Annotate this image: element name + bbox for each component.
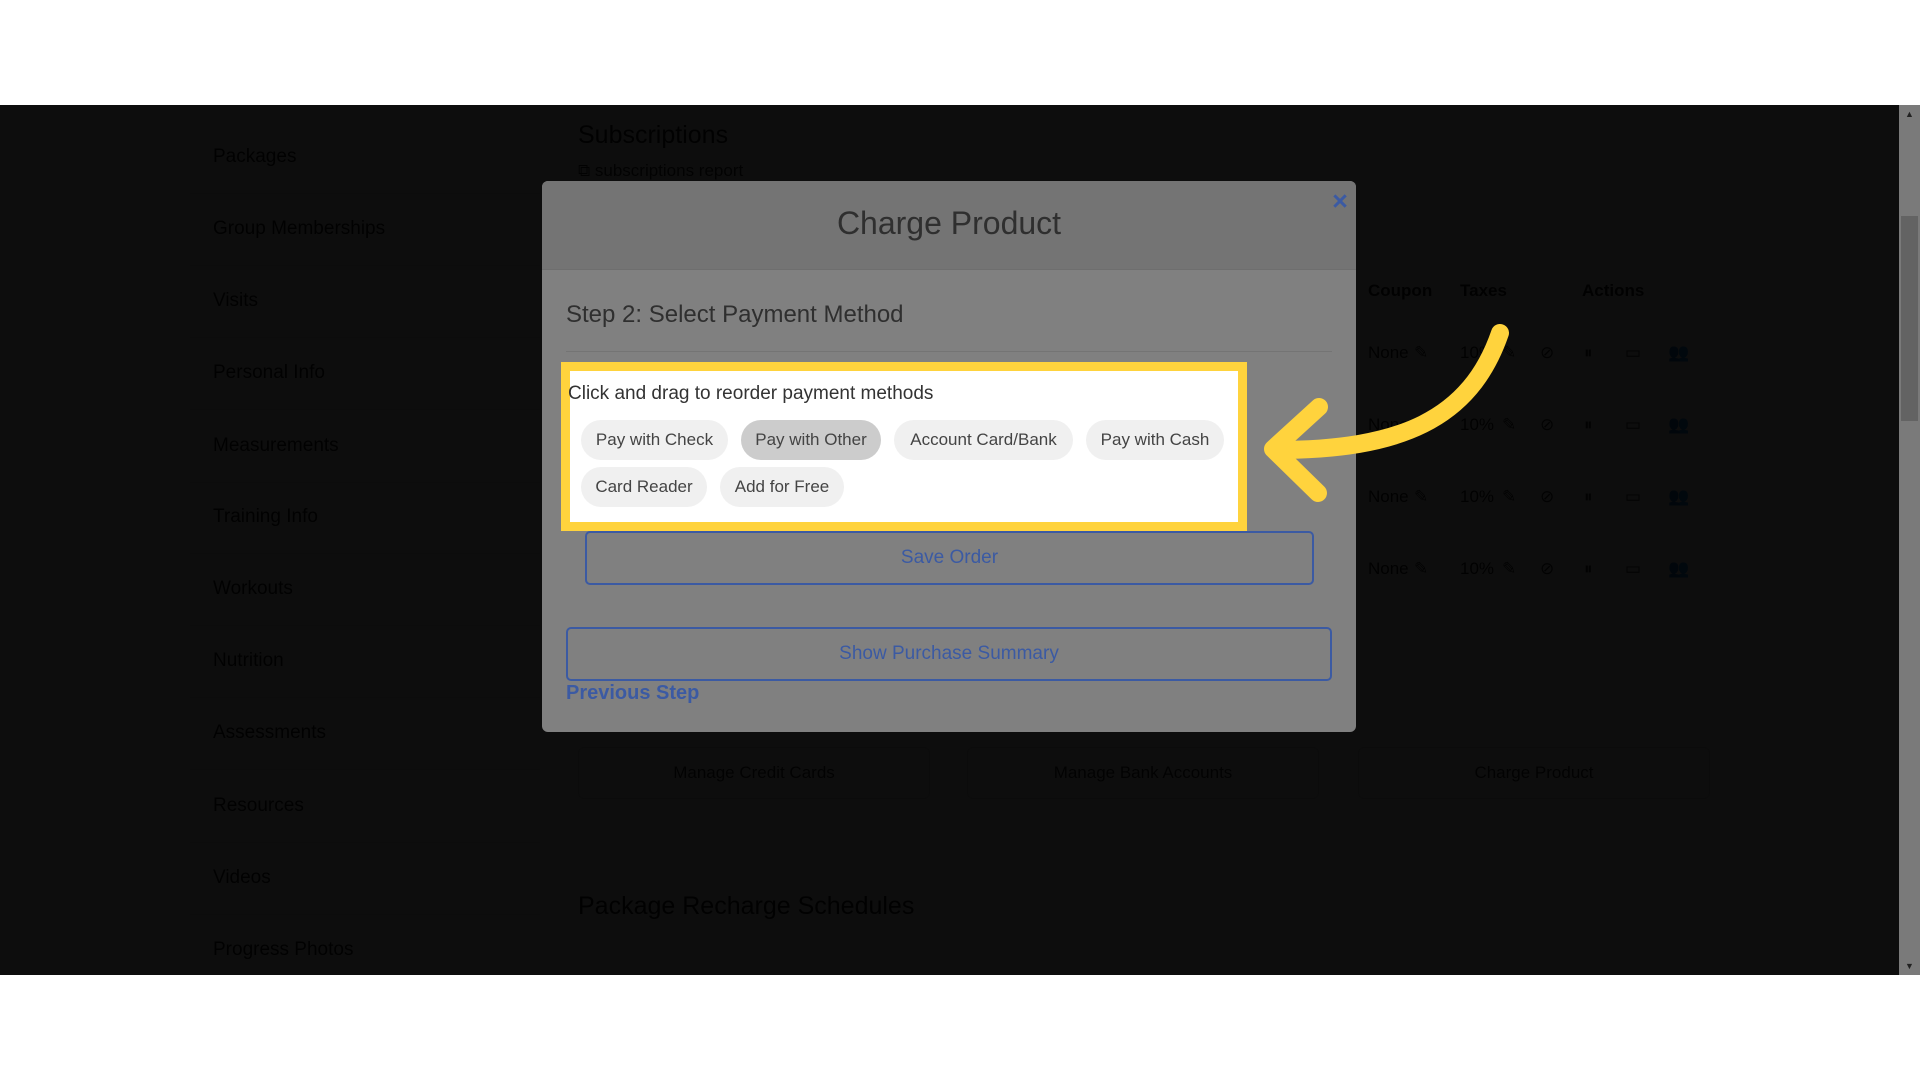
payment-method-chip[interactable]: Card Reader (581, 467, 707, 507)
modal-title: Charge Product (836, 205, 1062, 241)
payment-methods-sortable: Click and drag to reorder payment method… (561, 362, 1247, 531)
scroll-up-icon[interactable]: ▲ (1899, 105, 1920, 123)
scroll-thumb[interactable] (1901, 216, 1918, 421)
modal-header: Charge Product × (542, 181, 1356, 270)
payment-method-chip[interactable]: Add for Free (720, 467, 844, 507)
page-scrollbar[interactable]: ▲ ▼ (1899, 105, 1920, 975)
payment-method-chip[interactable]: Pay with Other (741, 420, 881, 460)
payment-method-chip[interactable]: Account Card/Bank (894, 420, 1073, 460)
close-icon[interactable]: × (1327, 188, 1353, 215)
top-margin (0, 0, 1920, 105)
payment-method-chip[interactable]: Pay with Cash (1086, 420, 1224, 460)
bottom-margin (0, 975, 1920, 1080)
previous-step-link[interactable]: Previous Step (566, 682, 699, 705)
reorder-instructions: Click and drag to reorder payment method… (568, 383, 934, 404)
show-purchase-summary-button[interactable]: Show Purchase Summary (566, 627, 1332, 681)
save-order-button[interactable]: Save Order (585, 531, 1314, 585)
step-heading: Step 2: Select Payment Method (566, 301, 904, 328)
payment-method-chip[interactable]: Pay with Check (581, 420, 728, 460)
charge-product-modal: Charge Product × Step 2: Select Payment … (542, 181, 1356, 732)
scroll-down-icon[interactable]: ▼ (1899, 957, 1920, 975)
divider (566, 351, 1332, 352)
